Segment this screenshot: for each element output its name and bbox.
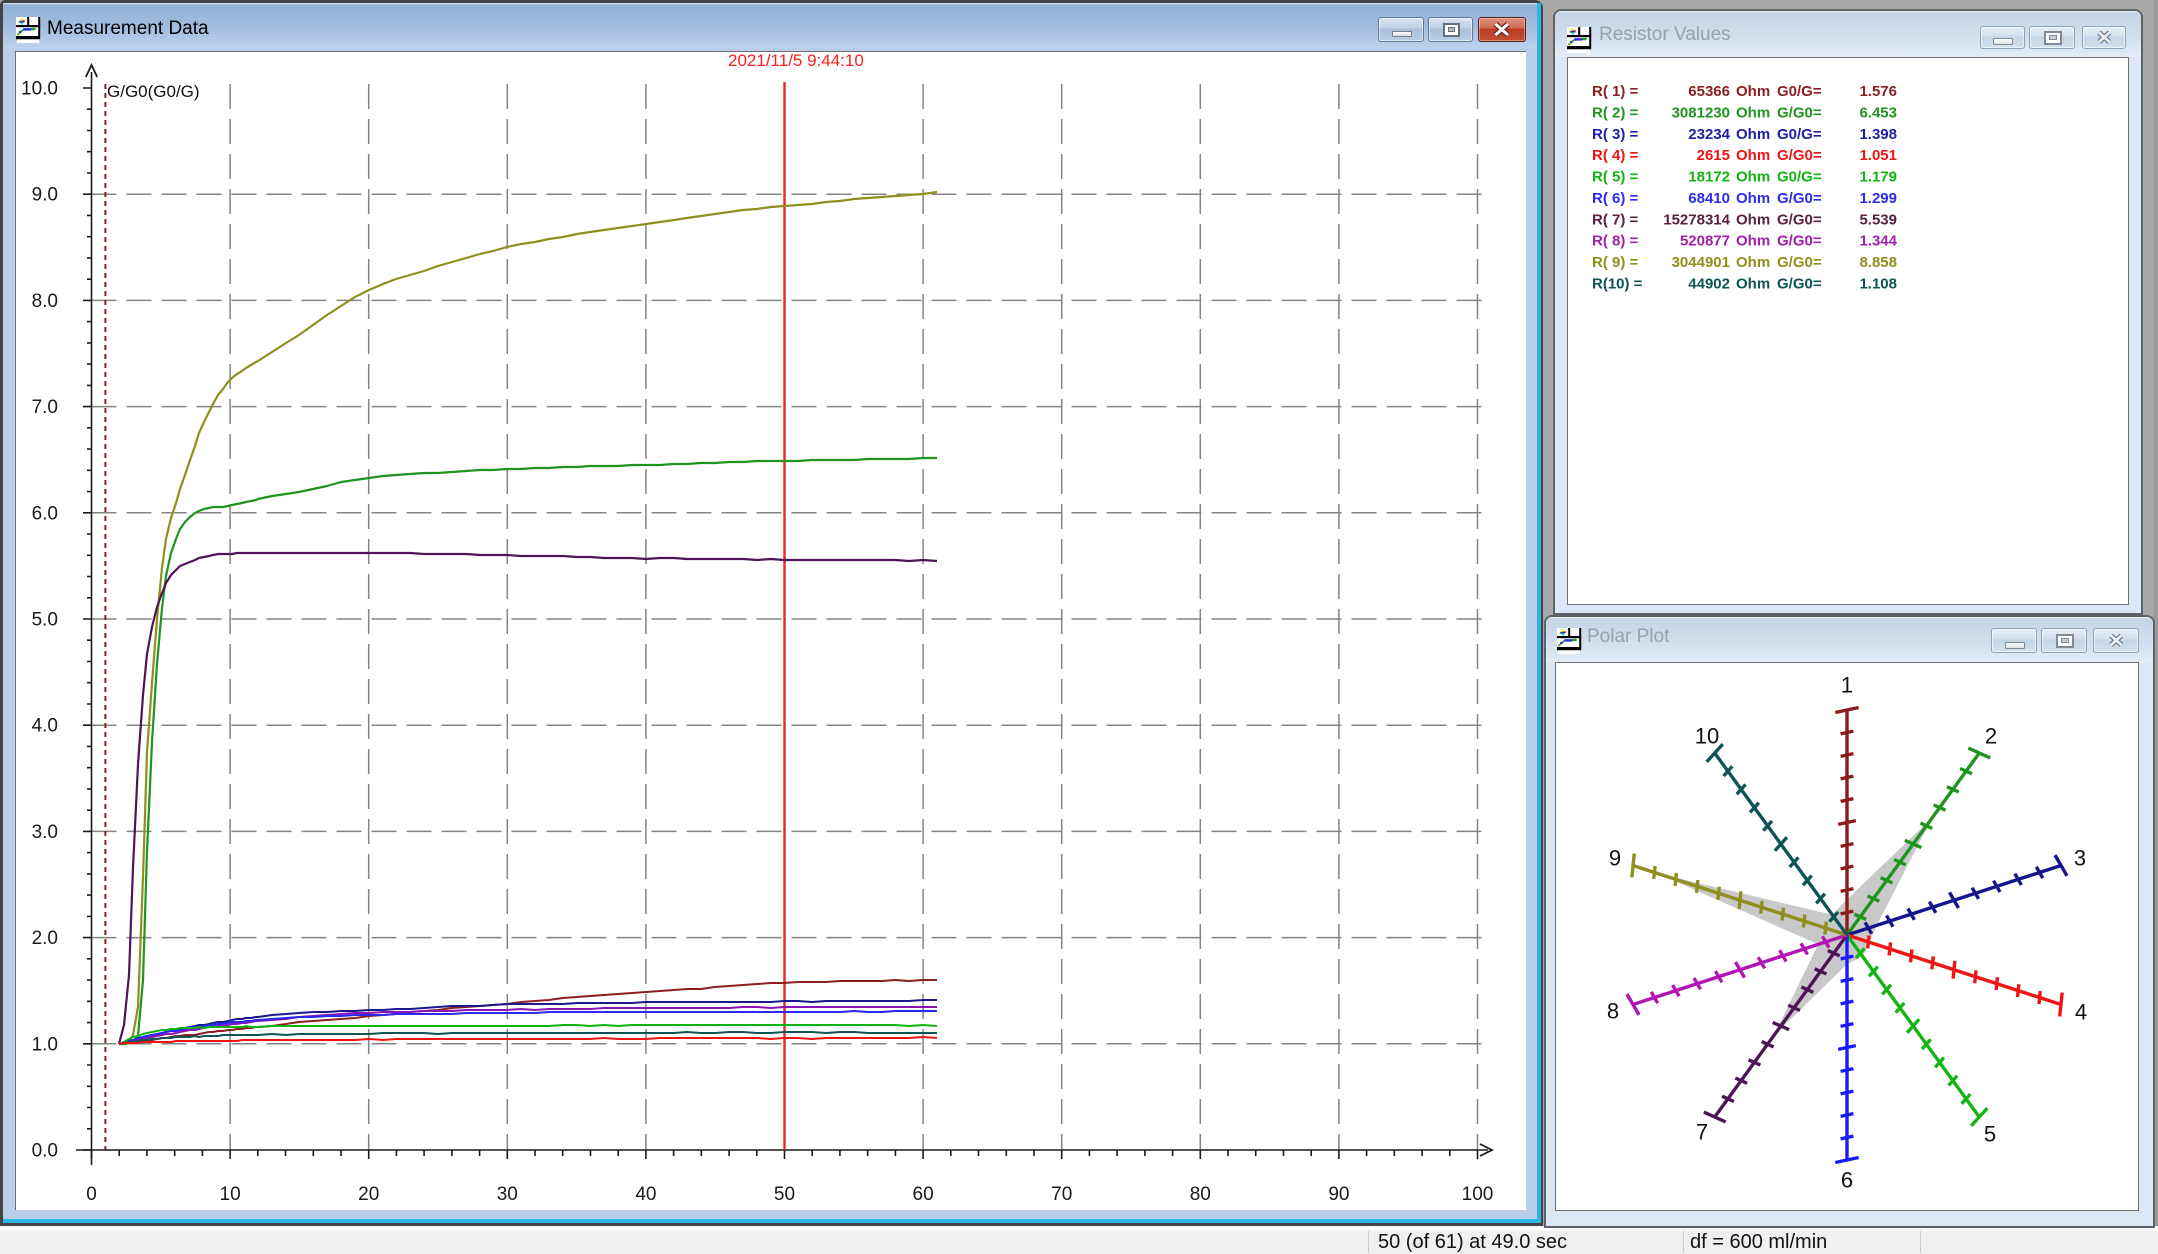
svg-text:G/G0=: G/G0=	[1777, 211, 1822, 228]
svg-text:100: 100	[1462, 1184, 1494, 1205]
svg-text:6.0: 6.0	[32, 503, 58, 524]
svg-text:3.0: 3.0	[32, 822, 58, 843]
svg-text:520877: 520877	[1680, 233, 1730, 250]
svg-text:Ohm: Ohm	[1736, 254, 1770, 271]
svg-text:G/G0=: G/G0=	[1777, 147, 1822, 164]
svg-text:G0/G=: G0/G=	[1777, 126, 1822, 143]
svg-text:1.0: 1.0	[32, 1034, 58, 1055]
svg-text:60: 60	[913, 1184, 934, 1205]
svg-text:8: 8	[1607, 999, 1619, 1024]
svg-text:R(10) =: R(10) =	[1592, 275, 1643, 292]
svg-text:2: 2	[1985, 724, 1997, 749]
svg-text:G0/G=: G0/G=	[1777, 83, 1822, 100]
svg-text:R( 1) =: R( 1) =	[1592, 83, 1639, 100]
svg-text:Ohm: Ohm	[1736, 275, 1770, 292]
svg-text:0: 0	[86, 1184, 97, 1205]
svg-text:5: 5	[1984, 1122, 1996, 1147]
svg-text:40: 40	[635, 1184, 656, 1205]
svg-text:8.858: 8.858	[1859, 254, 1897, 271]
svg-text:R( 2) =: R( 2) =	[1592, 105, 1639, 122]
svg-text:G/G0=: G/G0=	[1777, 105, 1822, 122]
svg-text:G/G0=: G/G0=	[1777, 254, 1822, 271]
svg-text:90: 90	[1328, 1184, 1349, 1205]
svg-text:15278314: 15278314	[1663, 211, 1730, 228]
svg-text:2021/11/5 9:44:10: 2021/11/5 9:44:10	[728, 52, 864, 70]
svg-text:1.051: 1.051	[1859, 147, 1897, 164]
svg-text:R( 4) =: R( 4) =	[1592, 147, 1639, 164]
svg-text:1.179: 1.179	[1859, 169, 1897, 186]
svg-text:10: 10	[220, 1184, 241, 1205]
svg-text:6: 6	[1841, 1168, 1853, 1193]
svg-text:R( 5) =: R( 5) =	[1592, 169, 1639, 186]
svg-text:R( 9) =: R( 9) =	[1592, 254, 1639, 271]
svg-text:1.344: 1.344	[1859, 233, 1897, 250]
svg-text:20: 20	[358, 1184, 379, 1205]
svg-text:1.398: 1.398	[1859, 126, 1897, 143]
svg-text:8.0: 8.0	[32, 291, 58, 312]
svg-text:Ohm: Ohm	[1736, 83, 1770, 100]
svg-text:R( 3) =: R( 3) =	[1592, 126, 1639, 143]
svg-text:Ohm: Ohm	[1736, 126, 1770, 143]
svg-text:7: 7	[1696, 1120, 1708, 1145]
svg-text:5.0: 5.0	[32, 610, 58, 631]
svg-text:R( 7) =: R( 7) =	[1592, 211, 1639, 228]
svg-text:0.0: 0.0	[32, 1141, 58, 1162]
svg-text:5.539: 5.539	[1859, 211, 1897, 228]
svg-text:2.0: 2.0	[32, 928, 58, 949]
svg-text:65366: 65366	[1688, 83, 1730, 100]
svg-text:68410: 68410	[1688, 190, 1730, 207]
svg-text:80: 80	[1190, 1184, 1211, 1205]
svg-text:9: 9	[1609, 846, 1621, 871]
svg-text:70: 70	[1051, 1184, 1072, 1205]
svg-text:G0/G=: G0/G=	[1777, 169, 1822, 186]
svg-text:3: 3	[2074, 846, 2086, 871]
svg-text:Ohm: Ohm	[1736, 233, 1770, 250]
svg-text:7.0: 7.0	[32, 397, 58, 418]
svg-text:R( 6) =: R( 6) =	[1592, 190, 1639, 207]
svg-text:2615: 2615	[1697, 147, 1730, 164]
svg-text:Ohm: Ohm	[1736, 190, 1770, 207]
svg-text:3044901: 3044901	[1672, 254, 1730, 271]
svg-text:1.299: 1.299	[1859, 190, 1897, 207]
svg-text:R( 8) =: R( 8) =	[1592, 233, 1639, 250]
svg-text:1.108: 1.108	[1859, 275, 1897, 292]
svg-text:Ohm: Ohm	[1736, 169, 1770, 186]
svg-text:4: 4	[2075, 1000, 2087, 1025]
svg-text:44902: 44902	[1688, 275, 1730, 292]
svg-text:G/G0=: G/G0=	[1777, 275, 1822, 292]
svg-text:18172: 18172	[1688, 169, 1730, 186]
svg-text:1: 1	[1841, 673, 1853, 698]
svg-text:4.0: 4.0	[32, 716, 58, 737]
svg-text:3081230: 3081230	[1672, 105, 1730, 122]
svg-text:9.0: 9.0	[32, 185, 58, 206]
svg-text:1.576: 1.576	[1859, 83, 1897, 100]
svg-text:6.453: 6.453	[1859, 105, 1897, 122]
svg-text:10: 10	[1695, 724, 1719, 749]
svg-text:30: 30	[497, 1184, 518, 1205]
svg-text:Ohm: Ohm	[1736, 147, 1770, 164]
svg-text:23234: 23234	[1688, 126, 1730, 143]
svg-text:Ohm: Ohm	[1736, 105, 1770, 122]
svg-text:G/G0=: G/G0=	[1777, 190, 1822, 207]
svg-text:50: 50	[774, 1184, 795, 1205]
svg-text:Ohm: Ohm	[1736, 211, 1770, 228]
svg-text:G/G0(G0/G): G/G0(G0/G)	[107, 82, 200, 101]
svg-text:G/G0=: G/G0=	[1777, 233, 1822, 250]
svg-text:10.0: 10.0	[21, 79, 58, 100]
